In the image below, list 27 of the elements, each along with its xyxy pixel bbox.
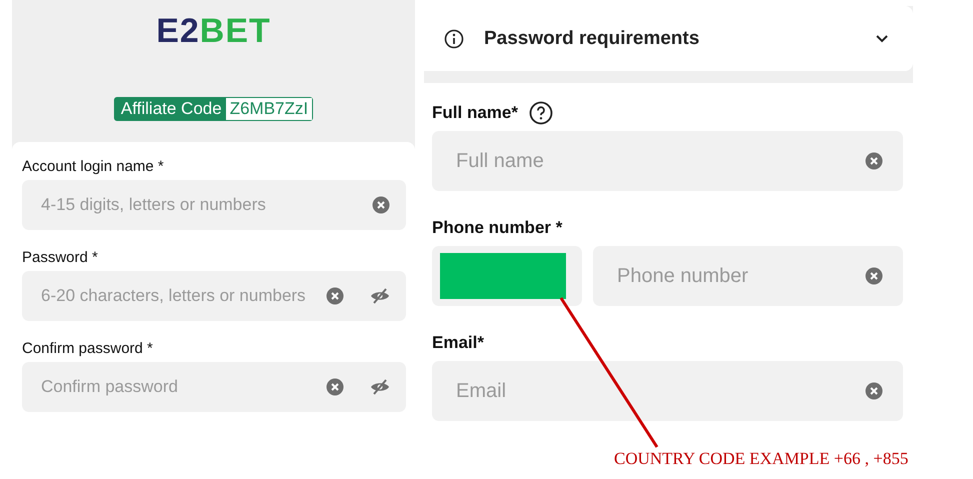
logo: E2BET: [156, 12, 271, 50]
help-icon[interactable]: [528, 101, 553, 125]
input-field[interactable]: Email: [432, 361, 903, 421]
eye-slash-icon[interactable]: [370, 379, 390, 395]
field-label: Phone number *: [432, 218, 562, 238]
clear-icon[interactable]: [372, 196, 390, 214]
password-requirements-bar[interactable]: Password requirements: [424, 6, 913, 71]
clear-icon[interactable]: [326, 378, 344, 396]
field-label: Email*: [432, 333, 484, 353]
field-label: Account login name *: [22, 158, 164, 174]
annotation-text: COUNTRY CODE EXAMPLE +66 , +855: [614, 449, 908, 469]
password-requirements-title: Password requirements: [484, 28, 700, 50]
field-label: Confirm password *: [22, 340, 153, 356]
field-label: Full name*: [432, 103, 518, 123]
field-label: Password *: [22, 248, 98, 266]
clear-icon[interactable]: [865, 382, 883, 400]
input-field[interactable]: 6-20 characters, letters or numbers: [22, 271, 406, 321]
eye-slash-icon[interactable]: [370, 288, 390, 304]
clear-icon[interactable]: [865, 267, 883, 285]
clear-icon[interactable]: [865, 152, 883, 170]
input-field[interactable]: Confirm password: [22, 362, 406, 412]
input-field[interactable]: Full name: [432, 131, 903, 191]
affiliate-code-badge: Affiliate Code Z6MB7ZzI: [114, 97, 314, 121]
info-icon: [444, 28, 464, 48]
clear-icon[interactable]: [326, 287, 344, 305]
input-field[interactable]: Phone number: [593, 246, 903, 306]
input-field[interactable]: 4-15 digits, letters or numbers: [22, 180, 406, 230]
